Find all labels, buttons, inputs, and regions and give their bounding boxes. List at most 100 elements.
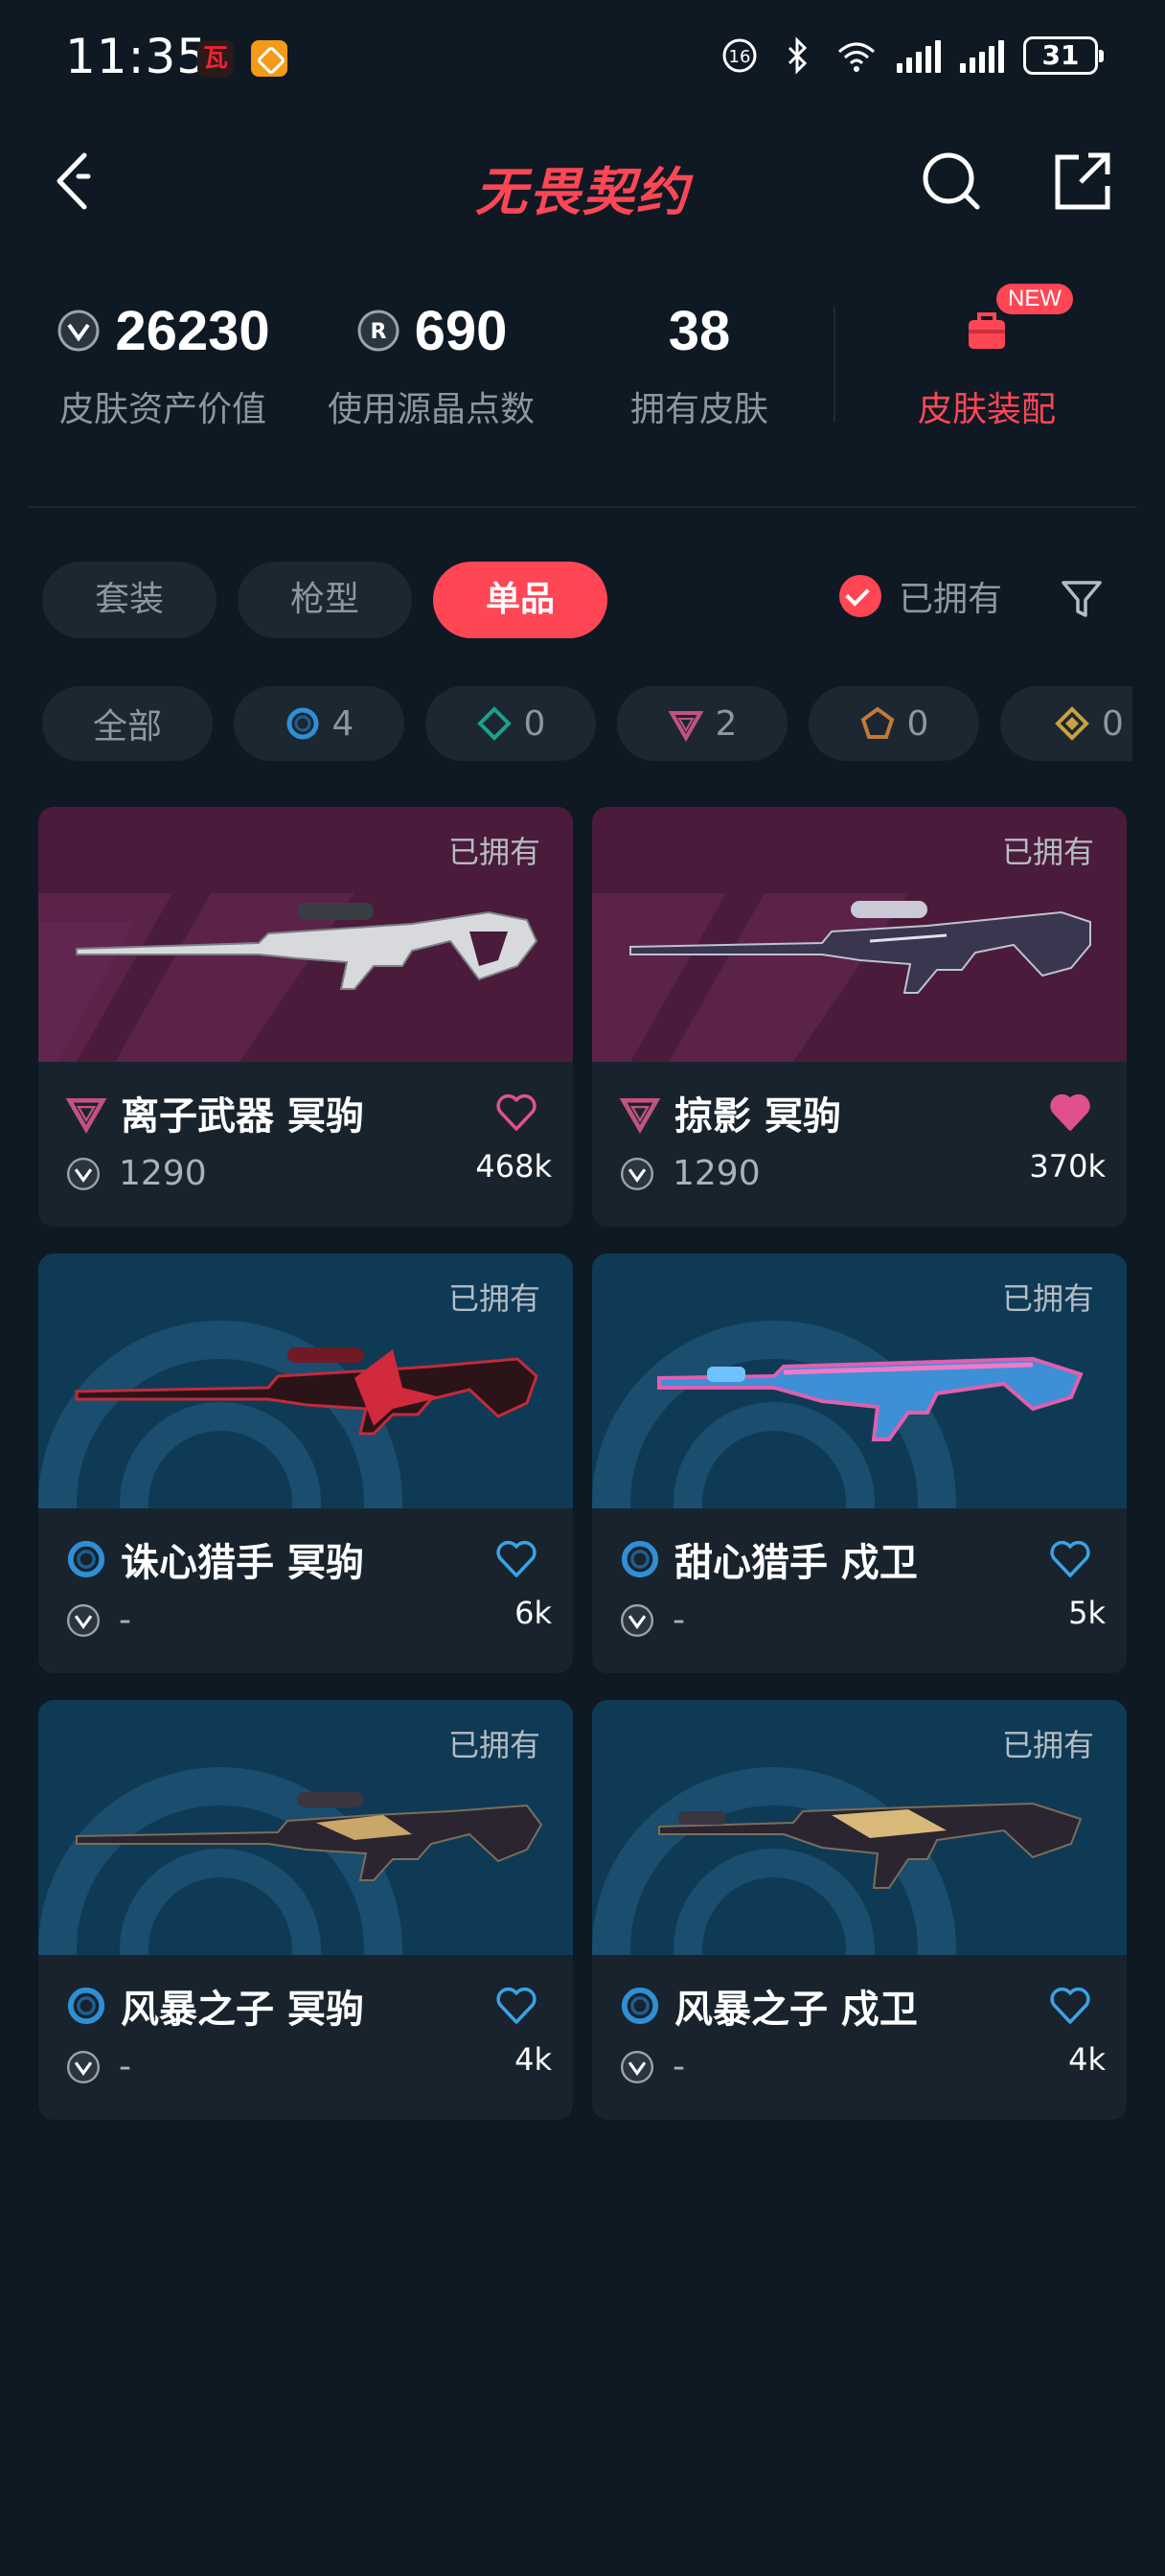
share-icon[interactable] xyxy=(1050,148,1117,215)
vp-coin-icon xyxy=(57,310,100,352)
stat-value: 38 xyxy=(668,299,731,362)
like-count: 4k xyxy=(514,2041,552,2078)
skin-card[interactable]: 已拥有 甜心猎手 戍卫 - 5k xyxy=(592,1254,1127,1673)
owned-label: 已拥有 xyxy=(1001,1280,1094,1317)
heart-outline-icon[interactable] xyxy=(1048,1984,1092,2028)
checkbox-checked-icon[interactable] xyxy=(839,575,881,617)
divider xyxy=(29,506,1136,508)
svg-text:R: R xyxy=(370,320,386,344)
owned-label: 已拥有 xyxy=(447,1280,540,1317)
asset-stats: 26230 皮肤资产价值 R 690 使用源晶点数 38 拥有皮肤 NEW 皮肤… xyxy=(0,284,1165,460)
like-count: 5k xyxy=(1068,1595,1106,1631)
vp-coin-icon xyxy=(620,2050,654,2083)
bluetooth-icon xyxy=(788,36,808,75)
category-tabs: 套装 枪型 单品 xyxy=(42,562,607,638)
like-count: 468k xyxy=(475,1148,552,1184)
vp-coin-icon xyxy=(620,1603,654,1637)
owned-label: 已拥有 xyxy=(447,1727,540,1763)
tab-weapon-types[interactable]: 枪型 xyxy=(238,562,412,638)
chip-label: 全部 xyxy=(92,707,162,747)
wifi-icon xyxy=(838,42,875,72)
premium-tier-icon xyxy=(65,1097,107,1134)
owned-filter-label: 已拥有 xyxy=(899,580,1003,619)
owned-filter-toggle[interactable]: 已拥有 xyxy=(839,571,1002,621)
chip-select-tier[interactable]: 4 xyxy=(234,686,404,761)
tab-single-items[interactable]: 单品 xyxy=(433,562,607,638)
signal-icon xyxy=(960,38,1004,73)
status-time: 11:35 xyxy=(65,29,209,84)
search-icon[interactable] xyxy=(918,148,985,215)
divider xyxy=(834,307,835,422)
select-tier-icon xyxy=(621,1540,659,1578)
skin-name: 掠影 冥驹 xyxy=(674,1094,841,1138)
skin-card[interactable]: 已拥有 风暴之子 冥驹 - 4k xyxy=(38,1700,573,2120)
vp-coin-icon xyxy=(66,1157,101,1190)
skin-loadout-button[interactable]: NEW 皮肤装配 xyxy=(862,284,1111,431)
select-tier-icon xyxy=(621,1987,659,2025)
sniper-rifle-image xyxy=(76,1792,543,1881)
select-tier-icon xyxy=(67,1987,105,2025)
chip-count: 0 xyxy=(1102,703,1124,744)
skin-price: - xyxy=(119,2047,131,2086)
skin-price: - xyxy=(673,1600,685,1640)
rifle-image xyxy=(657,1356,1084,1441)
skin-price: 1290 xyxy=(673,1154,761,1193)
chip-count: 0 xyxy=(523,703,546,744)
skin-card[interactable]: 已拥有 掠影 冥驹 1290 370k xyxy=(592,807,1127,1227)
skin-name: 风暴之子 戍卫 xyxy=(674,1988,918,2032)
tab-bundles[interactable]: 套装 xyxy=(42,562,217,638)
deluxe-tier-icon xyxy=(476,706,512,741)
owned-skins-count: 38 拥有皮肤 xyxy=(584,288,814,431)
skin-name: 诛心猎手 冥驹 xyxy=(121,1541,364,1585)
skin-price: - xyxy=(673,2047,685,2086)
chip-exclusive-tier[interactable]: 0 xyxy=(809,686,979,761)
heart-outline-icon[interactable] xyxy=(1048,1537,1092,1581)
hd-icon: 16 xyxy=(722,38,757,73)
vp-coin-icon xyxy=(66,2050,101,2083)
app-notification-icon: 瓦 xyxy=(197,40,234,77)
like-count: 370k xyxy=(1029,1148,1106,1184)
skin-card[interactable]: 已拥有 离子武器 冥驹 1290 468k xyxy=(38,807,573,1227)
radianite-icon: R xyxy=(357,310,400,352)
heart-filled-icon[interactable] xyxy=(1048,1091,1092,1135)
tier-filter-chips: 全部 4 0 2 0 0 xyxy=(42,686,1132,763)
rifle-image xyxy=(658,1802,1083,1889)
app-header: 无畏契约 xyxy=(0,134,1165,230)
filter-icon[interactable] xyxy=(1058,575,1106,623)
chip-all[interactable]: 全部 xyxy=(42,686,213,761)
chip-deluxe-tier[interactable]: 0 xyxy=(425,686,596,761)
skin-price: - xyxy=(119,1600,131,1640)
stat-value: 690 xyxy=(414,299,508,362)
owned-label: 已拥有 xyxy=(1001,834,1094,870)
premium-tier-icon xyxy=(619,1097,661,1134)
radianite-points: R 690 使用源晶点数 xyxy=(307,288,556,431)
skin-asset-value: 26230 皮肤资产价值 xyxy=(38,288,287,431)
owned-label: 已拥有 xyxy=(1001,1727,1094,1763)
skin-card[interactable]: 已拥有 诛心猎手 冥驹 - 6k xyxy=(38,1254,573,1673)
owned-label: 已拥有 xyxy=(447,834,540,870)
heart-outline-icon[interactable] xyxy=(494,1984,538,2028)
sniper-rifle-image xyxy=(629,901,1091,994)
chip-premium-tier[interactable]: 2 xyxy=(617,686,788,761)
stat-label: 使用源晶点数 xyxy=(327,390,535,429)
loadout-bag-icon xyxy=(969,312,1005,349)
vp-coin-icon xyxy=(66,1603,101,1637)
skin-card[interactable]: 已拥有 风暴之子 戍卫 - 4k xyxy=(592,1700,1127,2120)
skin-name: 甜心猎手 戍卫 xyxy=(674,1541,918,1585)
skin-name: 离子武器 冥驹 xyxy=(121,1094,364,1138)
stat-value: 26230 xyxy=(115,299,270,362)
chip-count: 0 xyxy=(906,703,929,744)
new-badge: NEW xyxy=(996,284,1073,314)
heart-outline-icon[interactable] xyxy=(494,1091,538,1135)
chip-count: 4 xyxy=(331,703,354,744)
sniper-rifle-image xyxy=(76,903,538,990)
stat-label: 皮肤资产价值 xyxy=(58,390,266,429)
exclusive-tier-icon xyxy=(860,706,894,739)
heart-outline-icon[interactable] xyxy=(494,1537,538,1581)
stat-label: 拥有皮肤 xyxy=(629,390,768,429)
skin-name: 风暴之子 冥驹 xyxy=(121,1988,364,2032)
app-notification-icon xyxy=(251,40,287,77)
page-title: 无畏契约 xyxy=(475,162,690,222)
premium-tier-icon xyxy=(668,711,704,742)
chip-ultra-tier[interactable]: 0 xyxy=(1000,686,1132,761)
